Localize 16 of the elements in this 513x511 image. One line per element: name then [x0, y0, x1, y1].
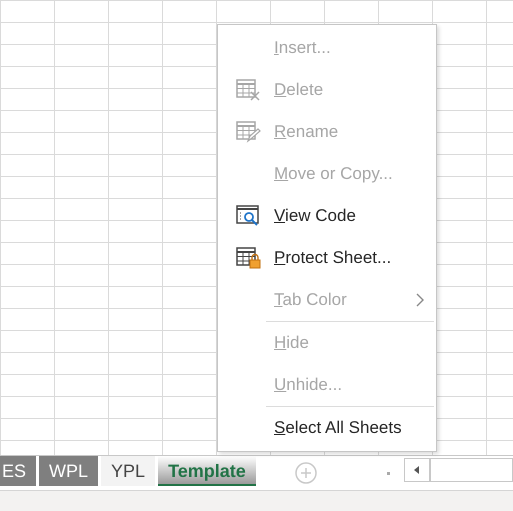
table-delete-icon — [236, 79, 262, 101]
magnifier-window-icon — [236, 205, 262, 227]
menu-item[interactable]: View Code — [218, 195, 436, 237]
left-arrow-icon — [414, 466, 420, 474]
menu-item[interactable]: Select All Sheets — [218, 407, 436, 449]
horizontal-scrollbar[interactable] — [430, 458, 513, 482]
add-sheet-icon[interactable] — [294, 462, 317, 484]
sheet-tab[interactable]: YPL — [101, 456, 156, 486]
sheet-tab[interactable]: WPL — [39, 456, 98, 486]
scrollbar-left-button[interactable] — [404, 458, 430, 482]
menu-item[interactable]: Protect Sheet... — [218, 237, 436, 279]
table-lock-icon — [236, 247, 262, 269]
table-pencil-icon — [236, 121, 262, 143]
splitter-handle[interactable] — [386, 472, 390, 475]
sheet-tab[interactable]: ES — [0, 456, 36, 486]
sheet-tab[interactable]: Template — [158, 456, 256, 486]
